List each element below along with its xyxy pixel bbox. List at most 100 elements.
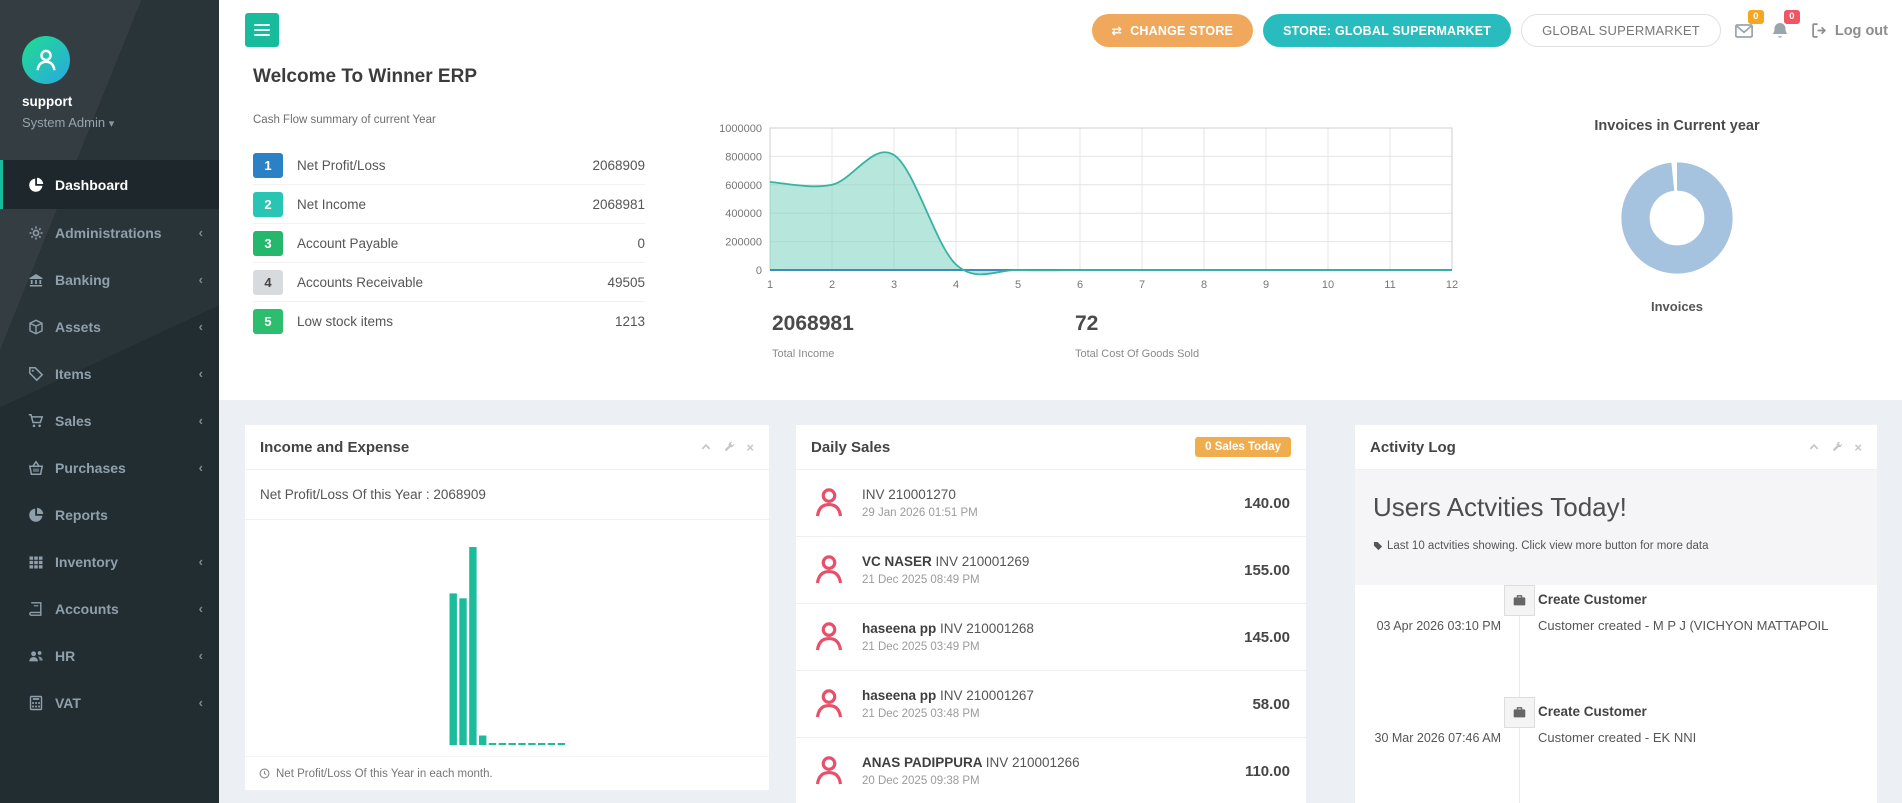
svg-text:12: 12 [1446, 279, 1458, 291]
panel-title: Activity Log [1370, 439, 1456, 456]
wrench-icon[interactable] [1831, 441, 1843, 453]
notifications-badge: 0 [1784, 10, 1800, 24]
svg-text:11: 11 [1384, 279, 1395, 291]
current-store-button[interactable]: STORE: GLOBAL SUPERMARKET [1263, 14, 1511, 47]
sidebar-item-banking[interactable]: Banking ‹ [0, 256, 219, 303]
sidebar-item-purchases[interactable]: Purchases ‹ [0, 444, 219, 491]
caret-down-icon: ▾ [109, 118, 115, 130]
total-cogs: 72 Total Cost Of Goods Sold [1075, 312, 1199, 360]
change-store-button[interactable]: ⇄ CHANGE STORE [1092, 14, 1254, 47]
sidebar-item-reports[interactable]: Reports [0, 491, 219, 538]
cash-flow-area-chart: 0200000400000600000800000100000012345678… [700, 120, 1465, 308]
sale-row[interactable]: VC NASER INV 210001269 21 Dec 2025 08:49… [796, 537, 1306, 604]
chevron-left-icon: ‹ [199, 272, 203, 287]
total-income: 2068981 Total Income [772, 312, 854, 360]
activity-log-panel: Activity Log × Users Actvities Today! La… [1355, 425, 1877, 803]
bank-icon [27, 271, 44, 288]
chevron-left-icon: ‹ [199, 366, 203, 381]
panel-title: Income and Expense [260, 439, 409, 456]
customer-icon [812, 619, 848, 655]
users-icon [27, 647, 44, 664]
svg-text:400000: 400000 [725, 208, 762, 220]
sidebar-item-items[interactable]: Items ‹ [0, 350, 219, 397]
sidebar-toggle-button[interactable] [245, 13, 279, 47]
calculator-icon [27, 694, 44, 711]
chevron-left-icon: ‹ [199, 225, 203, 240]
svg-text:200000: 200000 [725, 237, 762, 249]
sidebar-item-inventory[interactable]: Inventory ‹ [0, 538, 219, 585]
number-badge: 1 [253, 153, 283, 178]
sidebar-item-accounts[interactable]: Accounts ‹ [0, 585, 219, 632]
gears-icon [27, 224, 44, 241]
summary-row: 4 Accounts Receivable 49505 [253, 263, 645, 302]
summary-row: 1 Net Profit/Loss 2068909 [253, 146, 645, 185]
chevron-left-icon: ‹ [199, 695, 203, 710]
sale-row[interactable]: haseena pp INV 210001267 21 Dec 2025 03:… [796, 671, 1306, 738]
briefcase-icon [1504, 585, 1535, 616]
wrench-icon[interactable] [723, 441, 735, 453]
number-badge: 4 [253, 270, 283, 295]
messages-badge: 0 [1748, 10, 1764, 24]
winner-erp-dashboard: support System Admin ▾ Dashboard Adminis… [0, 0, 1902, 803]
svg-text:2: 2 [829, 279, 835, 291]
collapse-icon[interactable] [700, 441, 712, 453]
daily-sales-panel: Daily Sales 0 Sales Today INV 210001270 … [796, 425, 1306, 803]
sale-row[interactable]: haseena pp INV 210001268 21 Dec 2025 03:… [796, 604, 1306, 671]
tag-icon [1373, 541, 1383, 551]
close-icon[interactable]: × [1854, 440, 1862, 455]
close-icon[interactable]: × [746, 440, 754, 455]
sidebar-item-dashboard[interactable]: Dashboard [0, 160, 219, 209]
svg-text:0: 0 [756, 265, 762, 277]
monthly-profit-bar-chart [449, 543, 567, 753]
svg-text:600000: 600000 [725, 180, 762, 192]
svg-text:9: 9 [1263, 279, 1269, 291]
sidebar-item-hr[interactable]: HR ‹ [0, 632, 219, 679]
user-panel: support System Admin ▾ [22, 36, 114, 130]
username: support [22, 94, 114, 109]
sidebar-item-vat[interactable]: VAT ‹ [0, 679, 219, 726]
customer-icon [812, 753, 848, 789]
sidebar-item-assets[interactable]: Assets ‹ [0, 303, 219, 350]
messages-button[interactable]: 0 [1731, 18, 1757, 44]
chart-footer: Net Profit/Loss Of this Year in each mon… [245, 756, 769, 790]
store-name-pill: GLOBAL SUPERMARKET [1521, 14, 1721, 47]
svg-text:1: 1 [767, 279, 773, 291]
cube-icon [27, 318, 44, 335]
customer-icon [812, 485, 848, 521]
page-title: Welcome To Winner ERP [253, 66, 477, 88]
invoices-donut-block: Invoices in Current year Invoices [1547, 118, 1807, 314]
chevron-left-icon: ‹ [199, 319, 203, 334]
customer-icon [812, 686, 848, 722]
svg-text:3: 3 [891, 279, 897, 291]
summary-row: 5 Low stock items 1213 [253, 302, 645, 341]
chevron-left-icon: ‹ [199, 413, 203, 428]
main-content: ⇄ CHANGE STORE STORE: GLOBAL SUPERMARKET… [219, 0, 1902, 803]
sale-amount: 58.00 [1252, 696, 1290, 713]
sidebar-item-sales[interactable]: Sales ‹ [0, 397, 219, 444]
svg-text:10: 10 [1322, 279, 1334, 291]
topbar-actions: ⇄ CHANGE STORE STORE: GLOBAL SUPERMARKET… [1092, 14, 1888, 47]
logout-button[interactable]: Log out [1811, 22, 1888, 39]
notifications-button[interactable]: 0 [1767, 18, 1793, 44]
svg-text:1000000: 1000000 [719, 123, 762, 135]
sidebar-item-administrations[interactable]: Administrations ‹ [0, 209, 219, 256]
sale-amount: 140.00 [1244, 495, 1290, 512]
activity-entry: 30 Mar 2026 07:46 AM Create Customer Cus… [1355, 697, 1877, 803]
pie-chart-icon [27, 176, 44, 193]
svg-text:7: 7 [1139, 279, 1145, 291]
sidebar-menu: Dashboard Administrations ‹ Banking ‹ As… [0, 160, 219, 726]
summary-row: 3 Account Payable 0 [253, 224, 645, 263]
svg-text:800000: 800000 [725, 151, 762, 163]
bell-icon [1770, 21, 1790, 41]
svg-text:4: 4 [953, 279, 959, 291]
svg-text:6: 6 [1077, 279, 1083, 291]
sidebar: support System Admin ▾ Dashboard Adminis… [0, 0, 219, 803]
sale-row[interactable]: INV 210001270 29 Jan 2026 01:51 PM 140.0… [796, 470, 1306, 537]
svg-text:8: 8 [1201, 279, 1207, 291]
cash-flow-summary-list: 1 Net Profit/Loss 2068909 2 Net Income 2… [253, 146, 645, 341]
book-icon [27, 600, 44, 617]
collapse-icon[interactable] [1808, 441, 1820, 453]
role-dropdown[interactable]: System Admin ▾ [22, 115, 114, 130]
sale-row[interactable]: ANAS PADIPPURA INV 210001266 20 Dec 2025… [796, 738, 1306, 803]
person-icon [32, 46, 60, 74]
